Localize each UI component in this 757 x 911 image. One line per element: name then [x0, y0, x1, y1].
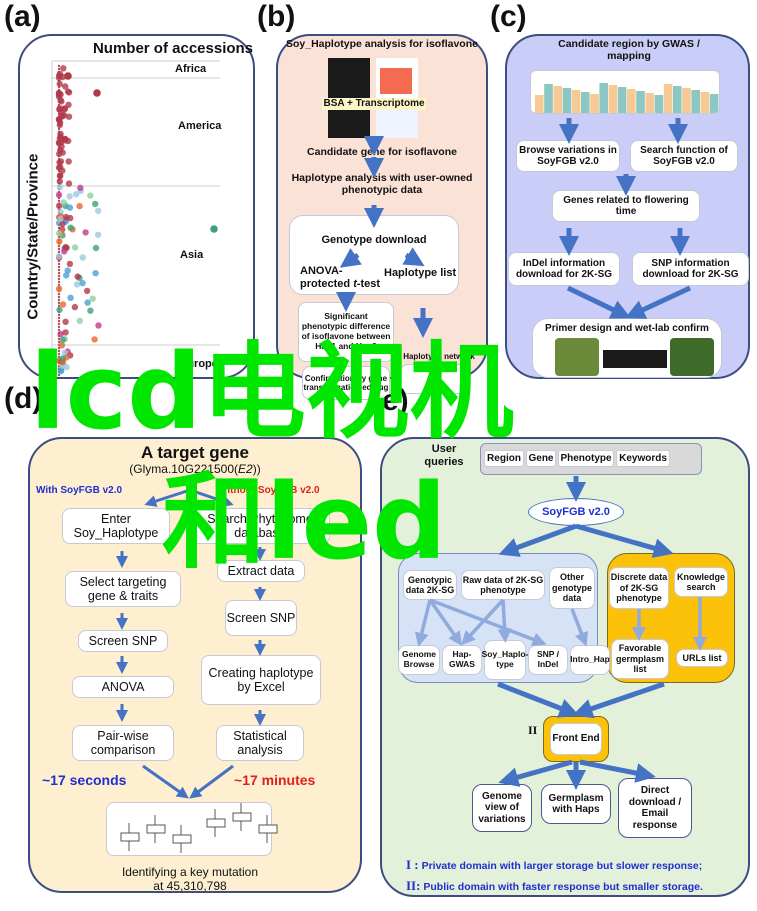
arrow-d-split-right: [189, 488, 234, 507]
arrow-d-merge-right: [189, 764, 234, 799]
arrow-b-4: [339, 248, 362, 268]
arrow-c-6: [566, 285, 632, 319]
arrow-b-5: [402, 247, 425, 267]
arrow-d-merge-left: [142, 764, 189, 799]
arrow-c-7: [624, 285, 692, 319]
arrow-d-split-left: [144, 488, 191, 507]
flow-arrows: [116, 118, 707, 799]
